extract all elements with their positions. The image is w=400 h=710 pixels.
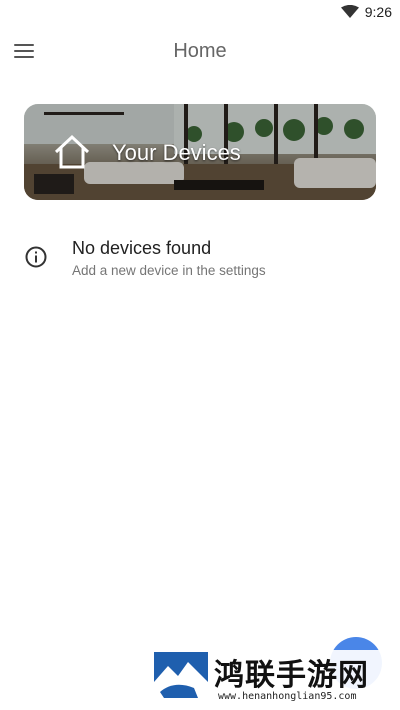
watermark-text: 鸿联手游网 <box>214 658 369 693</box>
empty-title: No devices found <box>72 238 212 258</box>
wifi-icon <box>340 5 359 18</box>
app-bar: Home <box>0 28 400 78</box>
watermark-url: www.henanhonglian95.com <box>218 691 357 702</box>
page-title: Home <box>173 40 227 62</box>
banner-title: Your Devices <box>112 140 241 165</box>
watermark: 鸿联手游网 www.henanhonglian95.com <box>152 650 400 706</box>
status-bar: 9:26 <box>0 0 400 24</box>
empty-subtitle: Add a new device in the settings <box>72 263 266 278</box>
home-outline-icon <box>54 134 90 169</box>
empty-state: No devices found Add a new device in the… <box>24 236 376 286</box>
watermark-logo <box>154 652 208 704</box>
info-icon <box>25 246 47 268</box>
status-time: 9:26 <box>364 4 392 20</box>
your-devices-banner[interactable]: Your Devices <box>24 104 376 200</box>
